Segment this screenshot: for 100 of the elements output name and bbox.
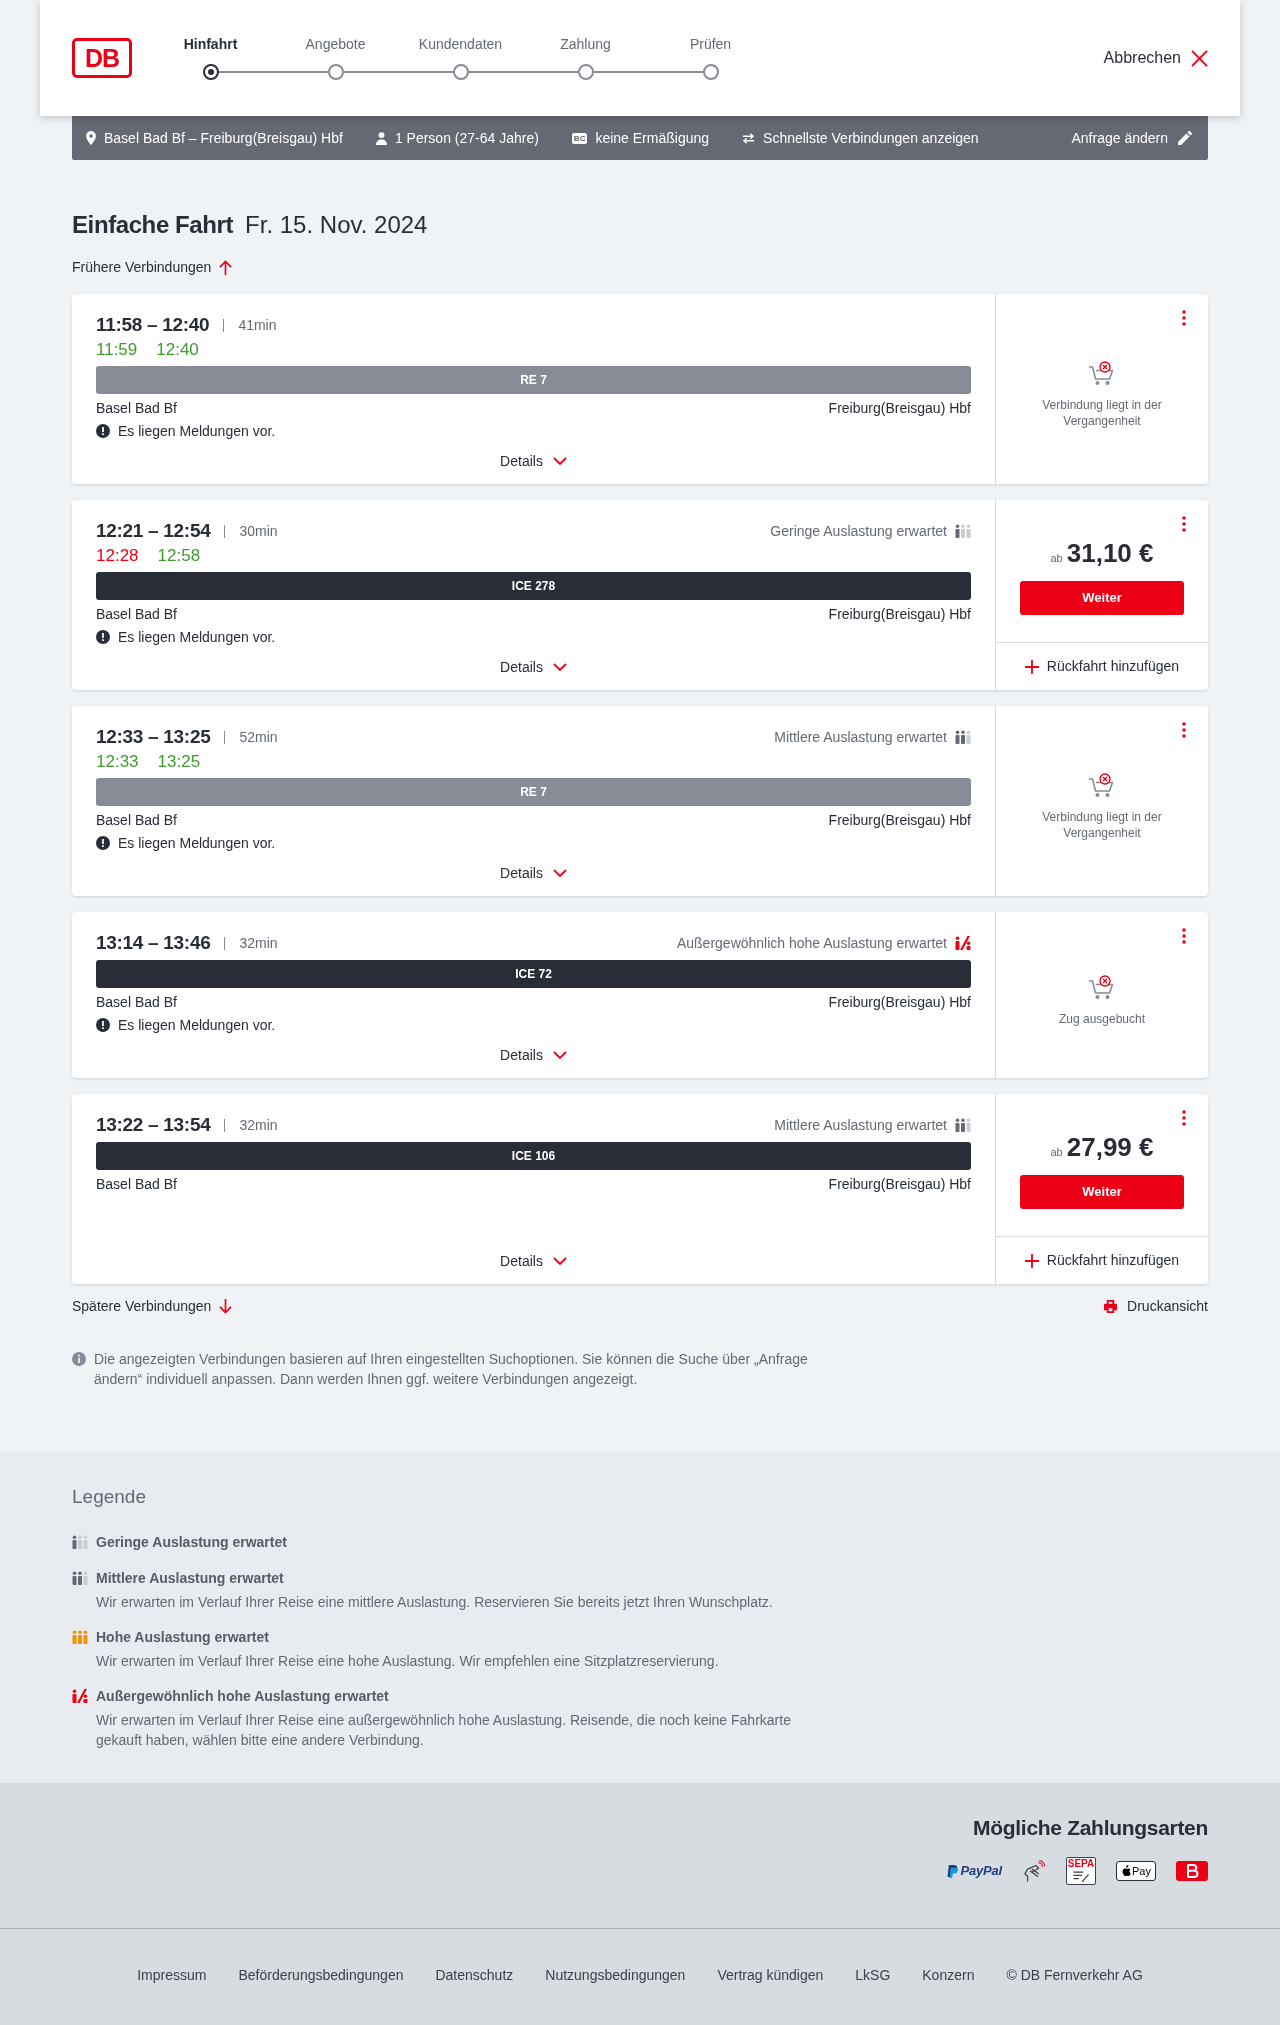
legend-item-title: Geringe Auslastung erwartet <box>96 1533 287 1552</box>
logo[interactable]: DB <box>72 38 132 78</box>
footer-link[interactable]: LkSG <box>855 1964 891 1986</box>
unavailable-message: Zug ausgebucht <box>1058 1011 1146 1027</box>
more-icon <box>1182 1110 1186 1126</box>
departure-station: Basel Bad Bf <box>96 1174 177 1194</box>
train-bar: ICE 72 <box>96 960 971 988</box>
duration: 41min <box>238 315 277 335</box>
cancel-button[interactable]: Abbrechen <box>1103 46 1208 70</box>
p-mark-icon <box>946 1864 958 1878</box>
arrival-station: Freiburg(Breisgau) Hbf <box>828 604 971 624</box>
chevron-down-icon <box>552 1257 567 1265</box>
realtime-time: 11:59 <box>96 339 138 362</box>
plus-icon <box>1024 1253 1039 1268</box>
info-icon <box>72 1352 86 1366</box>
step-label: Angebote <box>305 35 366 54</box>
occupancy-label: Außergewöhnlich hohe Auslastung erwartet <box>676 933 947 953</box>
realtime-time: 13:25 <box>157 751 201 774</box>
earlier-connections-link[interactable]: Frühere Verbindungen <box>72 257 233 277</box>
departure-station: Basel Bad Bf <box>96 992 177 1012</box>
chevron-down-icon <box>552 1051 567 1059</box>
print-view-link[interactable]: Druckansicht <box>1104 1295 1208 1317</box>
add-return-trip-button[interactable]: Rückfahrt hinzufügen <box>1024 1250 1180 1271</box>
step-label: Prüfen <box>689 35 732 54</box>
departure-station: Basel Bad Bf <box>96 604 177 624</box>
departure-station: Basel Bad Bf <box>96 810 177 830</box>
departure-arrival-times: 12:21 – 12:54 <box>96 518 211 543</box>
departure-arrival-times: 12:33 – 13:25 <box>96 724 211 749</box>
location-pin-icon <box>86 131 96 145</box>
train-bar: RE 7 <box>96 366 971 394</box>
realtime-time: 12:33 <box>96 751 139 774</box>
add-return-trip-button[interactable]: Rückfahrt hinzufügen <box>1024 656 1180 677</box>
step-label: Kundendaten <box>418 35 503 54</box>
duration: 30min <box>239 521 278 541</box>
departure-arrival-times: 13:14 – 13:46 <box>96 930 211 955</box>
arrow-up-icon <box>219 259 233 275</box>
payment-label: Pay <box>1132 1865 1151 1877</box>
occupancy-label: Mittlere Auslastung erwartet <box>774 1115 947 1135</box>
later-connections-link[interactable]: Spätere Verbindungen <box>72 1295 233 1317</box>
notice-text: Es liegen Meldungen vor. <box>118 1015 276 1035</box>
plus-icon <box>1024 659 1039 674</box>
price: 27,99 € <box>1066 1131 1154 1163</box>
people-icon <box>72 1630 88 1644</box>
details-button[interactable]: Details <box>500 863 567 883</box>
chevron-down-icon <box>552 663 567 671</box>
apple-icon <box>1121 1865 1132 1877</box>
continue-button[interactable]: Weiter <box>1020 581 1184 615</box>
price-prefix: ab <box>1050 1145 1063 1160</box>
departure-station: Basel Bad Bf <box>96 398 177 418</box>
footer-link[interactable]: Beförderungsbedingungen <box>238 1964 404 1986</box>
footer-link[interactable]: Impressum <box>137 1964 207 1986</box>
details-button[interactable]: Details <box>500 1251 567 1271</box>
continue-button[interactable]: Weiter <box>1020 1175 1184 1209</box>
people-icon <box>72 1571 88 1585</box>
duration: 32min <box>239 1115 278 1135</box>
realtime-time: 12:40 <box>156 339 199 362</box>
cart-cross-icon <box>1088 975 1116 1001</box>
more-icon <box>1182 722 1186 738</box>
train-bar: RE 7 <box>96 778 971 806</box>
details-button[interactable]: Details <box>500 451 567 471</box>
details-button[interactable]: Details <box>500 657 567 677</box>
notice-text: Es liegen Meldungen vor. <box>118 421 276 441</box>
pencil-icon <box>1178 131 1192 145</box>
realtime-time: 12:58 <box>157 545 201 568</box>
notice-text: Es liegen Meldungen vor. <box>118 627 276 647</box>
copyright-text: © DB Fernverkehr AG <box>1006 1965 1143 1985</box>
occupancy-label: Mittlere Auslastung erwartet <box>774 727 947 747</box>
legend-item-description: Wir erwarten im Verlauf Ihrer Reise eine außergewöhnlich hohe Auslastung. Reisende, die noch keine Fahrkarte gekauft haben, wählen bitte eine andere Verbindung. <box>96 1711 792 1750</box>
more-icon <box>1182 516 1186 532</box>
realtime-time: 12:28 <box>96 545 139 568</box>
legend-item-description: Wir erwarten im Verlauf Ihrer Reise eine mittlere Auslastung. Reservieren Sie bereits jetzt Ihren Wunschplatz. <box>96 1593 773 1612</box>
footer-link[interactable]: Nutzungsbedingungen <box>545 1964 686 1986</box>
departure-arrival-times: 13:22 – 13:54 <box>96 1112 211 1137</box>
train-bar: ICE 278 <box>96 572 971 600</box>
people-icon <box>72 1535 88 1549</box>
more-icon <box>1182 310 1186 326</box>
people-icon <box>955 524 971 538</box>
slashed-people-icon <box>955 936 971 950</box>
arrival-station: Freiburg(Breisgau) Hbf <box>828 810 971 830</box>
arrival-station: Freiburg(Breisgau) Hbf <box>828 992 971 1012</box>
travellers-text: 1 Person (27-64 Jahre) <box>394 128 539 148</box>
payment-label: SEPA <box>1067 1859 1095 1869</box>
arrival-station: Freiburg(Breisgau) Hbf <box>828 398 971 418</box>
discount-text: keine Ermäßigung <box>595 128 710 148</box>
footer-link[interactable]: Vertrag kündigen <box>717 1964 824 1986</box>
footer-link[interactable]: Konzern <box>922 1964 975 1986</box>
hand-card-icon <box>1022 1860 1047 1882</box>
printer-icon <box>1104 1299 1118 1313</box>
edit-search-button[interactable]: Anfrage ändern <box>1071 127 1192 149</box>
duration: 52min <box>239 727 278 747</box>
trip-type-heading: Einfache Fahrt <box>72 210 234 240</box>
trip-date: Fr. 15. Nov. 2024 <box>245 210 428 240</box>
people-icon <box>955 730 971 744</box>
footer-link[interactable]: Datenschutz <box>435 1964 514 1986</box>
search-options-note: Die angezeigten Verbindungen basieren auf Ihren eingestellten Suchoptionen. Sie können die Suche über „Anfrage ändern“ individuell anpassen. Dann werden Ihnen ggf. weitere Verbindungen angezeigt. <box>94 1350 809 1389</box>
arrival-station: Freiburg(Breisgau) Hbf <box>828 1174 971 1194</box>
details-button[interactable]: Details <box>500 1045 567 1065</box>
more-icon <box>1182 928 1186 944</box>
route-text: Basel Bad Bf – Freiburg(Breisgau) Hbf <box>104 128 343 148</box>
price: 31,10 € <box>1066 537 1154 569</box>
